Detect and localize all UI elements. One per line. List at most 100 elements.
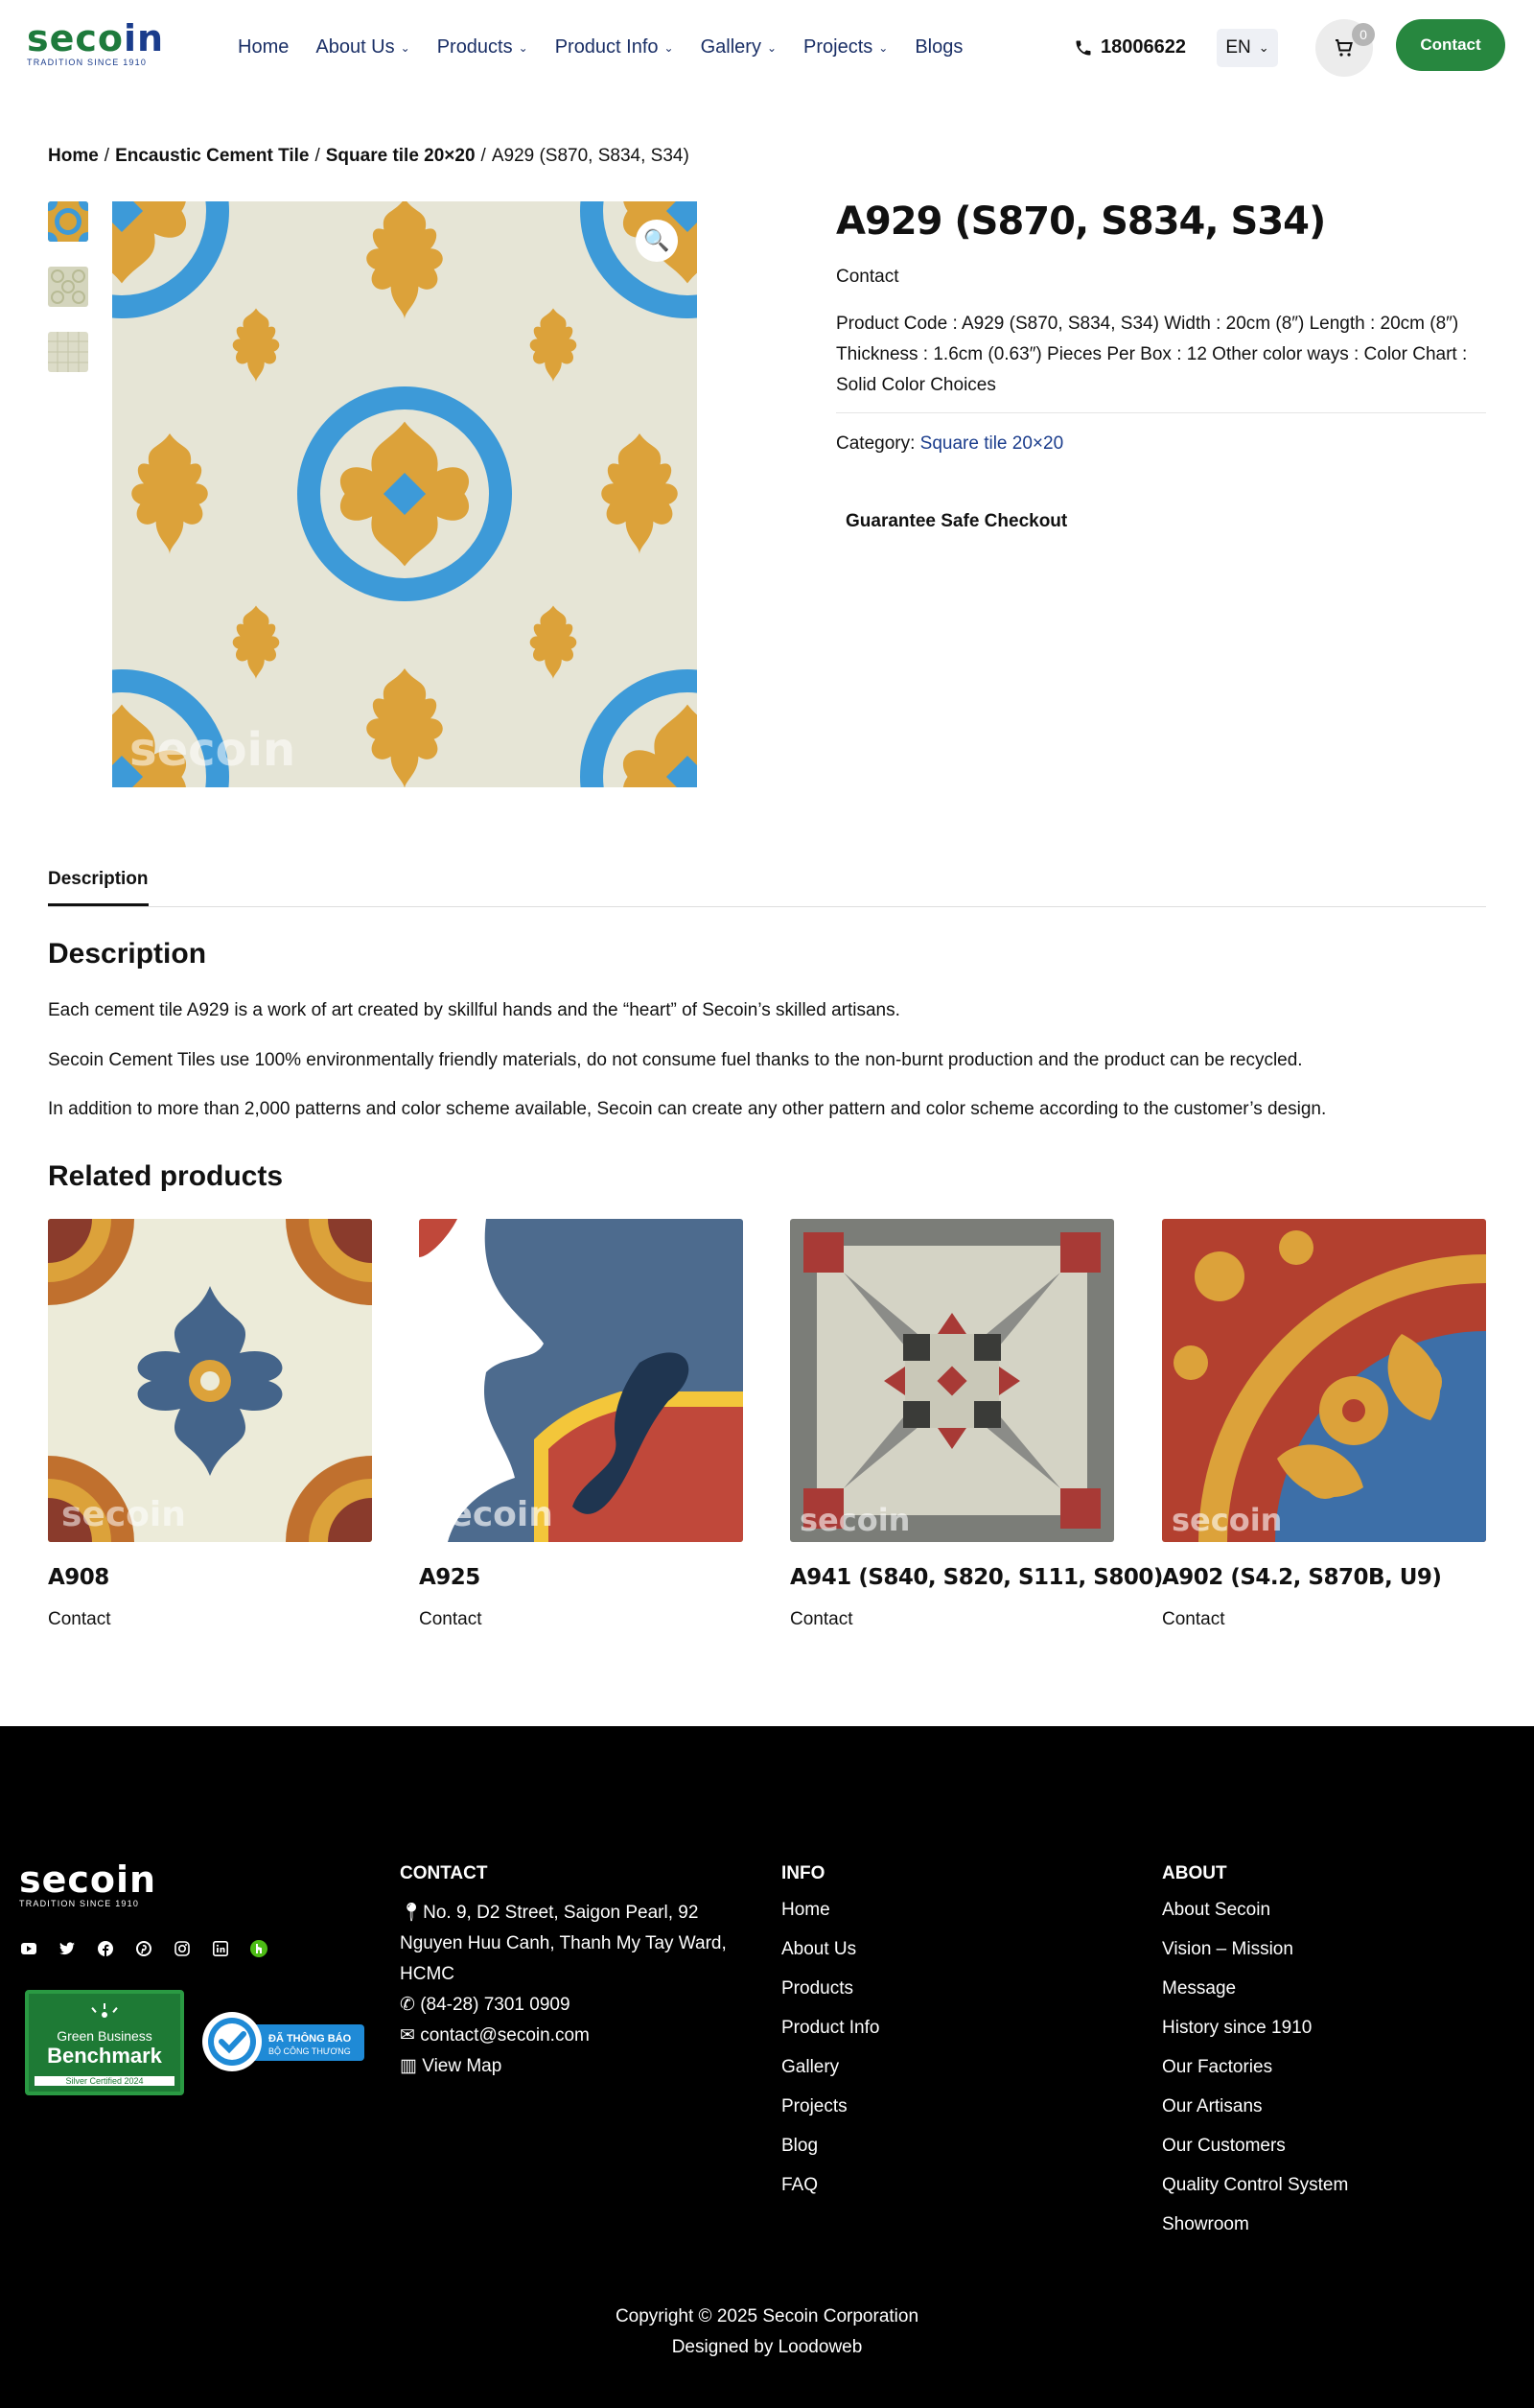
footer-email[interactable]: ✉ contact@secoin.com [400, 2021, 755, 2051]
footer-link-message[interactable]: Message [1162, 1969, 1348, 2008]
footer-link-products[interactable]: Products [781, 1969, 879, 2008]
related-product-price: Contact [48, 1609, 111, 1629]
footer-link-gallery[interactable]: Gallery [781, 2047, 879, 2087]
nav-about-us[interactable]: About Us ⌄ [315, 36, 409, 58]
youtube-icon[interactable] [19, 1939, 38, 1958]
footer-link-history[interactable]: History since 1910 [1162, 2008, 1348, 2047]
facebook-icon[interactable] [96, 1939, 115, 1958]
footer-link-blog[interactable]: Blog [781, 2126, 879, 2165]
related-products-heading: Related products [48, 1160, 284, 1192]
envelope-icon: ✉ [400, 2025, 421, 2046]
phone-icon: ✆ [400, 1995, 421, 2015]
site-footer: secoin TRADITION SINCE 1910 Green Busine… [0, 1726, 1534, 2408]
description-heading: Description [48, 938, 207, 970]
footer-link-vision-mission[interactable]: Vision – Mission [1162, 1929, 1348, 1969]
chevron-down-icon: ⌄ [663, 40, 674, 55]
footer-link-quality-control[interactable]: Quality Control System [1162, 2165, 1348, 2205]
cart-count-badge: 0 [1352, 23, 1375, 46]
footer-phone[interactable]: ✆ (84-28) 7301 0909 [400, 1990, 755, 2021]
footer-link-customers[interactable]: Our Customers [1162, 2126, 1348, 2165]
map-pin-icon: 📍︎ [400, 1903, 424, 1923]
category-link[interactable]: Square tile 20×20 [920, 433, 1063, 454]
gallery-thumbnail-1[interactable] [48, 201, 88, 242]
footer-logo[interactable]: secoin TRADITION SINCE 1910 [19, 1861, 156, 1908]
breadcrumb-home[interactable]: Home [48, 146, 99, 166]
footer-contact: CONTACT 📍︎No. 9, D2 Street, Saigon Pearl… [400, 1863, 755, 2082]
related-product-card[interactable]: secoin A902 (S4.2, S870B, U9) Contact [1162, 1219, 1486, 1630]
nav-product-info[interactable]: Product Info ⌄ [555, 36, 674, 58]
related-product-name[interactable]: A941 (S840, S820, S111, S800) [790, 1565, 1163, 1590]
related-product-image[interactable]: secoin [790, 1219, 1114, 1542]
product-main-image[interactable]: secoin [112, 201, 697, 787]
chevron-down-icon: ⌄ [518, 40, 528, 55]
linkedin-icon[interactable] [211, 1939, 230, 1958]
phone-link[interactable]: 18006622 [1074, 36, 1186, 58]
nav-projects[interactable]: Projects ⌄ [803, 36, 888, 58]
instagram-icon[interactable] [173, 1939, 192, 1958]
green-business-benchmark-badge[interactable]: Green Business Benchmark Silver Certifie… [25, 1990, 184, 2095]
zoom-icon[interactable]: 🔍 [636, 220, 678, 262]
houzz-icon[interactable] [249, 1939, 268, 1958]
related-product-name[interactable]: A908 [48, 1565, 372, 1590]
svg-text:secoin: secoin [61, 1495, 186, 1534]
product-category: Category: Square tile 20×20 [836, 433, 1064, 454]
breadcrumb-current: A929 (S870, S834, S34) [491, 146, 689, 166]
footer-link-home[interactable]: Home [781, 1890, 879, 1929]
chevron-down-icon: ⌄ [1258, 40, 1269, 55]
breadcrumb-category[interactable]: Encaustic Cement Tile [115, 146, 309, 166]
related-product-image[interactable]: secoin [1162, 1219, 1486, 1542]
related-product-image[interactable]: secoin [419, 1219, 743, 1542]
gallery-thumbnail-3[interactable] [48, 332, 88, 372]
cart-button[interactable]: 0 [1315, 19, 1375, 77]
related-product-card[interactable]: secoin A941 (S840, S820, S111, S800) Con… [790, 1219, 1163, 1630]
svg-text:secoin: secoin [800, 1502, 910, 1538]
tab-description[interactable]: Description [48, 869, 149, 906]
copyright: Copyright © 2025 Secoin Corporation Desi… [0, 2302, 1534, 2363]
designed-by[interactable]: Designed by Loodoweb [0, 2332, 1534, 2363]
product-short-description: Product Code : A929 (S870, S834, S34) Wi… [836, 314, 1468, 395]
related-product-name[interactable]: A902 (S4.2, S870B, U9) [1162, 1565, 1486, 1590]
phone-icon [1076, 40, 1091, 55]
language-selector[interactable]: EN ⌄ [1217, 29, 1278, 67]
footer-link-product-info[interactable]: Product Info [781, 2008, 879, 2047]
nav-blogs[interactable]: Blogs [915, 36, 963, 58]
bo-cong-thuong-badge[interactable]: ĐÃ THÔNG BÁO BỘ CÔNG THƯƠNG [201, 2011, 368, 2072]
footer-address: 📍︎No. 9, D2 Street, Saigon Pearl, 92 Ngu… [400, 1903, 727, 1984]
guarantee-safe-checkout: Guarantee Safe Checkout [846, 511, 1068, 531]
related-product-card[interactable]: secoin A908 Contact [48, 1219, 372, 1630]
footer-link-artisans[interactable]: Our Artisans [1162, 2087, 1348, 2126]
footer-link-showroom[interactable]: Showroom [1162, 2205, 1348, 2244]
divider [836, 412, 1486, 413]
logo-text-a: seco [27, 17, 125, 59]
pinterest-icon[interactable] [134, 1939, 153, 1958]
svg-text:ĐÃ THÔNG BÁO: ĐÃ THÔNG BÁO [268, 2032, 352, 2045]
footer-link-about-secoin[interactable]: About Secoin [1162, 1890, 1348, 1929]
breadcrumb-subcategory[interactable]: Square tile 20×20 [326, 146, 476, 166]
twitter-icon[interactable] [58, 1939, 77, 1958]
site-header: secoin TRADITION SINCE 1910 Home About U… [0, 0, 1534, 96]
description-paragraph: Secoin Cement Tiles use 100% environment… [48, 1050, 1303, 1070]
related-product-price: Contact [419, 1609, 482, 1629]
breadcrumb: Home / Encaustic Cement Tile / Square tile 2… [48, 146, 689, 166]
footer-link-projects[interactable]: Projects [781, 2087, 879, 2126]
footer-link-about-us[interactable]: About Us [781, 1929, 879, 1969]
related-product-card[interactable]: secoin A925 Contact [419, 1219, 743, 1630]
related-product-image[interactable]: secoin [48, 1219, 372, 1542]
related-product-price: Contact [790, 1609, 853, 1629]
gallery-thumbnail-2[interactable] [48, 267, 88, 307]
svg-text:secoin: secoin [429, 1495, 553, 1534]
site-logo[interactable]: secoin TRADITION SINCE 1910 [27, 20, 163, 67]
related-product-name[interactable]: A925 [419, 1565, 743, 1590]
nav-products[interactable]: Products ⌄ [437, 36, 528, 58]
product-price: Contact [836, 267, 899, 287]
chevron-down-icon: ⌄ [400, 40, 410, 55]
nav-gallery[interactable]: Gallery ⌄ [701, 36, 777, 58]
contact-button[interactable]: Contact [1396, 19, 1505, 71]
footer-view-map[interactable]: ▥ View Map [400, 2051, 755, 2082]
tab-divider [48, 906, 1486, 907]
logo-text-b: in [124, 17, 165, 59]
nav-home[interactable]: Home [238, 36, 289, 58]
footer-link-faq[interactable]: FAQ [781, 2165, 879, 2205]
svg-text:secoin: secoin [1172, 1502, 1282, 1538]
footer-link-factories[interactable]: Our Factories [1162, 2047, 1348, 2087]
